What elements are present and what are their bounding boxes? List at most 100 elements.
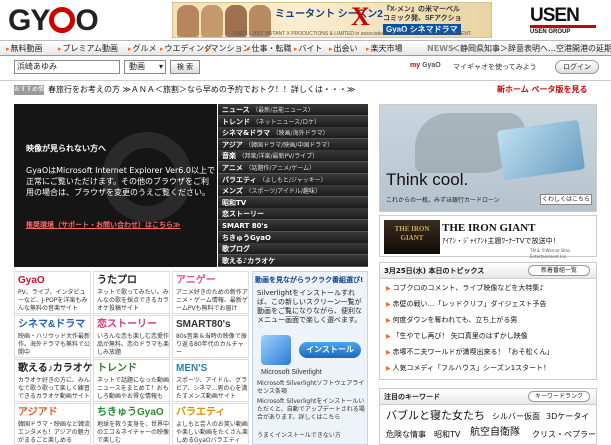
tile-title: ちきゅうGyaO bbox=[97, 407, 164, 418]
nav-item-baito[interactable]: バイト bbox=[294, 43, 323, 55]
silverlight-license-link[interactable]: Microsoft Silverlightソフトウェアライセンス条項 bbox=[257, 380, 367, 396]
keyword[interactable]: 航空自衛隊 bbox=[470, 427, 520, 439]
topic-item[interactable]: 赤壁の戦い…「レッドクリフ」ダイジェスト予告 bbox=[386, 299, 591, 310]
iron-giant-copyright: TM & ©Warner Bros. Entertainment Inc. bbox=[530, 248, 572, 259]
silverlight-help-link[interactable]: うまくインストールできない方 bbox=[257, 432, 367, 440]
login-button[interactable]: ログイン bbox=[555, 60, 599, 74]
mygyao-my: my bbox=[410, 62, 421, 69]
usen-logo[interactable]: USEN USEN GROUP bbox=[530, 6, 596, 35]
genre-item[interactable]: 音楽 （邦楽/洋楽/最新PV/ライブ） bbox=[218, 150, 368, 163]
banner-x: X bbox=[351, 2, 370, 31]
tile-title: シネマ&ドラマ bbox=[18, 319, 86, 330]
channel-tile[interactable]: バラエティ よしもと芸人のお笑い動画や楽しい動画をたくさん楽しめるGyaOバラエテ… bbox=[172, 403, 249, 445]
topic-item[interactable]: コブクロのコメント、ライブ映像などを大特集♪ bbox=[386, 283, 591, 294]
genre-label: ニュース bbox=[222, 106, 250, 114]
channel-tile[interactable]: 恋ストーリー いろんな恋も楽しむ恋愛作品が無料。恋のドラマも楽しみ放題 bbox=[93, 315, 170, 358]
channel-tile[interactable]: トレンド ネットで話題になった動画ニュースをまとめて！おもしろ動画やお得な情報も bbox=[93, 359, 170, 402]
gyao-logo[interactable]: GY O bbox=[8, 4, 99, 37]
topic-item[interactable]: 人気コメディ「フルハウス」シーズン1スタート！ bbox=[386, 363, 591, 374]
topic-item[interactable]: 何度ダウンを奪われても、立ち上がる男 bbox=[386, 315, 591, 326]
tile-title: うたプロ bbox=[97, 275, 137, 286]
channel-tile[interactable]: 歌える♪カラオケ カラオケ好きの方に、みんなで歌う歌って楽しく練習できるカラオケ動… bbox=[14, 359, 93, 402]
genre-sub: （ネットニュース/ロケ） bbox=[252, 118, 321, 126]
nav-item-mansion[interactable]: マンション bbox=[206, 43, 251, 55]
genre-item[interactable]: 歌ブログ bbox=[218, 243, 368, 256]
topic-item[interactable]: 「生やでし再び！ 矢口真里のはずかし映像 bbox=[386, 331, 591, 342]
nav-item-wedding[interactable]: ウエディング bbox=[160, 43, 212, 55]
mizuho-ad[interactable]: Think cool. これからの一枚。みずほ銀行カードローン くわしくはこちら bbox=[379, 104, 597, 212]
tile-title: 歌える♪カラオケ bbox=[18, 363, 93, 374]
genre-sub: （邦楽/洋楽/最新PV/ライブ） bbox=[238, 153, 319, 161]
video-player[interactable]: 映像が見られない方へ GyaOはMicrosoft Internet Explo… bbox=[14, 104, 217, 267]
silverlight-update-note[interactable]: Microsoft Silverlightをインストールいただくと、自動でアップ… bbox=[257, 398, 367, 422]
genre-item[interactable]: 昭和TV bbox=[218, 196, 368, 209]
ad-detail-button[interactable]: くわしくはこちら bbox=[540, 194, 592, 205]
genre-item[interactable]: アジア （韓国ドラマ/映画/中国ドラマ） bbox=[218, 138, 368, 151]
nav-item-premium[interactable]: プレミアム動画 bbox=[58, 43, 118, 55]
tile-title: MEN'S bbox=[176, 363, 208, 374]
mygyao-logo[interactable]: my GyaO bbox=[410, 61, 441, 71]
keyword[interactable]: クリス・ペプラー bbox=[532, 429, 596, 440]
channel-tile[interactable]: うたプロ ネットで歌ってみたい。みんなの歌を採点できるカラオケ投稿サイト bbox=[93, 271, 170, 314]
channel-tile[interactable]: GyaO PV、ライブ、インタビューなど、J-POPを洋楽もみんな無料の音楽サイト bbox=[14, 271, 91, 314]
genre-item[interactable]: バラエティ （よしもと/ジャッキー） bbox=[218, 173, 368, 186]
mygyao-message[interactable]: マイギャオを使ってみよう bbox=[453, 62, 537, 72]
channel-tile[interactable]: アジアド 韓国ドラマ・映画など韓流エンタメも！アジアの魅力がまるごと楽しめる bbox=[14, 403, 91, 445]
keyword-rank-button[interactable]: キーワードランク bbox=[528, 391, 590, 402]
search-button[interactable]: 検 索 bbox=[170, 60, 200, 74]
genre-sub: （スポーツ/アイドル/趣味） bbox=[245, 188, 321, 196]
tile-desc: PV、ライブ、インタビューなど、J-POPを洋楽もみんな無料の音楽サイト bbox=[18, 289, 88, 312]
topic-item[interactable]: 赤塚不二夫ワールドが満喫出来る！「おそ松くん」 bbox=[386, 347, 591, 358]
recommend-tag: おすすめ情報 bbox=[14, 85, 45, 103]
player-support-link[interactable]: 推奨環境（サポート・お問い合わせ）はこちら≫ bbox=[26, 220, 180, 230]
new-programs-button[interactable]: 新着番組一覧 bbox=[528, 265, 590, 276]
nav-item-gourmet[interactable]: グルメ bbox=[128, 43, 157, 55]
nav-item-job[interactable]: 仕事・転職 bbox=[247, 43, 292, 55]
actor-image bbox=[201, 5, 223, 37]
silverlight-heading: 動画を見ながらラクラク番組選び! bbox=[255, 276, 364, 284]
news-ticker[interactable]: ＜静岡県知事＞辞意表明へ…空港開港の延期問 bbox=[452, 43, 611, 54]
ad-line: これからの一枚。みずほ銀行カードローン bbox=[386, 197, 500, 204]
tile-desc: いろんな恋も楽しむ恋愛作品が無料。恋のドラマも楽しみ放題 bbox=[97, 333, 170, 356]
news-label: NEWS bbox=[427, 44, 454, 53]
iron-giant-ad[interactable]: THE IRON GIANT THE IRON GIANT ｱｲｱﾝ・ｼﾞｬｲｱ… bbox=[379, 215, 597, 259]
genre-item[interactable]: 恋ストーリー bbox=[218, 208, 368, 221]
keyword[interactable]: 3Dケータイ bbox=[546, 412, 589, 422]
genre-item[interactable]: アニメ （話題作/アニメ/ゲーム） bbox=[218, 162, 368, 174]
nav-item-free-video[interactable]: 無料動画 bbox=[6, 43, 43, 55]
genre-sub: （話題作/アニメ/ゲーム） bbox=[245, 165, 316, 172]
keywords-header: 注目のキーワード キーワードランク bbox=[380, 389, 596, 405]
keyword[interactable]: シルバー仮面 bbox=[492, 412, 540, 422]
tile-desc: よしもと芸人のお笑い動画や楽しい動画をたくさん楽しめるGyaOバラエティ bbox=[176, 421, 249, 444]
player-warning-title: 映像が見られない方へ bbox=[26, 144, 106, 153]
iron-giant-text: ｱｲｱﾝ・ｼﾞｬｲｱﾝﾄ主題ﾜｰﾅｰTVで放送中！ bbox=[442, 237, 560, 245]
genre-item[interactable]: メンズ （スポーツ/アイドル/趣味） bbox=[218, 185, 368, 198]
channel-tile[interactable]: アニゲー アニメ好きのための新作アニメ・ゲーム情報、最新ゲームPVも無料でお届け bbox=[172, 271, 249, 314]
logo-text: GY bbox=[8, 4, 50, 37]
channel-tile[interactable]: SMART80's 80s音楽＆当時の映像で振り返る80年代のカルチャー bbox=[172, 315, 249, 358]
search-input[interactable]: 浜崎あゆみ bbox=[14, 60, 120, 74]
genre-item[interactable]: SMART 80's bbox=[218, 220, 368, 232]
search-category-select[interactable]: 動画 bbox=[124, 60, 166, 74]
genre-label: アニメ bbox=[222, 164, 243, 172]
channel-tile[interactable]: MEN'S スポーツ、アイドル、グラビア、シネマ…男の心を満たすメンズ動画サイト bbox=[172, 359, 249, 402]
keyword[interactable]: 危険な情事 bbox=[386, 429, 426, 440]
divider bbox=[0, 80, 611, 81]
genre-label: メンズ bbox=[222, 187, 243, 196]
nav-item-rakuten[interactable]: 楽天市場 bbox=[366, 43, 403, 55]
header-banner-ad[interactable]: ミュータント シーズン2 X 『X-メン』の米マーベルコミック発、SFアクション… bbox=[172, 2, 492, 38]
genre-item[interactable]: 歌える♪カラオケ bbox=[218, 254, 368, 267]
genre-item[interactable]: ニュース （最新/芸能ニュース） bbox=[218, 104, 368, 116]
genre-item[interactable]: ちきゅうGyaO bbox=[218, 231, 368, 244]
keyword[interactable]: 昭和TV bbox=[434, 429, 460, 440]
genre-item[interactable]: シネマ&ドラマ （映画/海外ドラマ） bbox=[218, 127, 368, 140]
silverlight-install-button[interactable]: インストール bbox=[299, 342, 361, 358]
channel-tile[interactable]: シネマ&ドラマ 映画・ハリウッド大作最新作。海外ドラマも無料で公開中 bbox=[14, 315, 91, 358]
recommend-link[interactable]: 春旅行をお考えの方 ≫ＡＮＡ＜旅割＞なら早めの予約でおトク！！詳しくは・・・≫ bbox=[48, 84, 355, 96]
nav-item-deai[interactable]: 出会い bbox=[329, 43, 358, 55]
genre-item[interactable]: トレンド （ネットニュース/ロケ） bbox=[218, 115, 368, 128]
new-home-beta-link[interactable]: 新ホーム ベータ版を見る bbox=[497, 84, 588, 96]
keyword[interactable]: バブルと寝た女たち bbox=[386, 409, 485, 423]
channel-tile[interactable]: ちきゅうGyaO 地球を救う変身を、世界中のエコ＆ネイチャーの映像で楽しむ bbox=[93, 403, 170, 445]
genre-label: 歌ブログ bbox=[222, 245, 250, 254]
